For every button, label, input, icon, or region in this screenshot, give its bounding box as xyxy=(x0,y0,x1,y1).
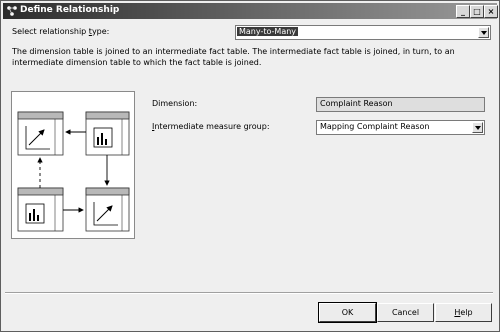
many-to-many-diagram xyxy=(17,111,130,232)
dimension-label: Dimension: xyxy=(152,99,198,108)
measure-group-dropdown[interactable]: Mapping Complaint Reason xyxy=(316,120,485,135)
chevron-down-icon[interactable] xyxy=(478,27,489,38)
window-title: Define Relationship xyxy=(20,5,120,15)
relationship-description: The dimension table is joined to an inte… xyxy=(12,47,455,67)
relationship-diagram xyxy=(11,91,135,239)
chevron-down-icon[interactable] xyxy=(472,122,483,133)
maximize-button[interactable]: □ xyxy=(470,5,484,18)
fact-table-icon xyxy=(85,111,130,156)
close-button[interactable]: × xyxy=(484,5,498,18)
relationship-type-value: Many-to-Many xyxy=(237,27,299,36)
minimize-button[interactable]: _ xyxy=(456,5,470,18)
button-separator xyxy=(5,292,493,294)
fact-table-icon xyxy=(17,187,64,232)
relationship-app-icon xyxy=(7,6,17,16)
dimension-value: Complaint Reason xyxy=(320,99,393,108)
dimension-field: Complaint Reason xyxy=(316,97,485,112)
measure-group-value: Mapping Complaint Reason xyxy=(320,122,430,131)
relationship-type-label: Select relationship type: xyxy=(12,27,110,36)
dimension-table-icon xyxy=(17,111,64,156)
define-relationship-dialog: Define Relationship _ □ × Select relatio… xyxy=(0,0,500,332)
ok-button[interactable]: OK xyxy=(318,302,377,323)
measure-group-label: Intermediate measure group: xyxy=(152,122,270,131)
help-button[interactable]: Help xyxy=(435,303,492,322)
relationship-type-dropdown[interactable]: Many-to-Many xyxy=(235,25,491,40)
cancel-button[interactable]: Cancel xyxy=(377,303,434,322)
dimension-table-icon xyxy=(85,187,130,232)
title-bar: Define Relationship _ □ × xyxy=(3,3,498,19)
